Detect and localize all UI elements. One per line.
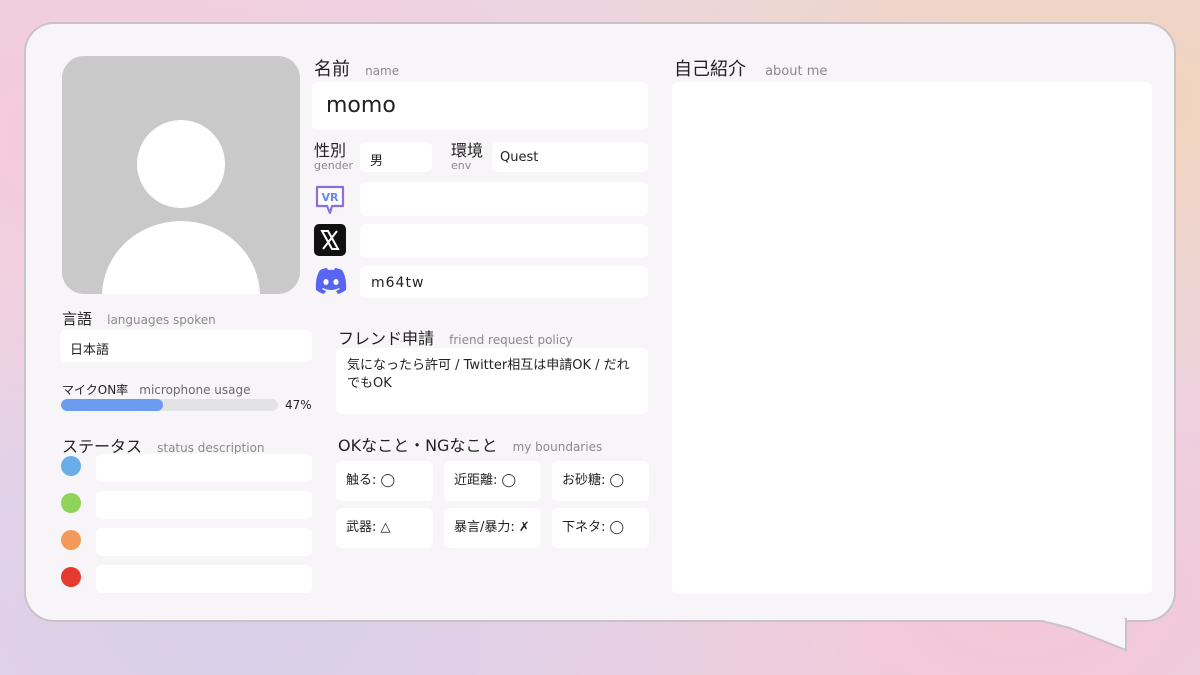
about-field[interactable]: [672, 82, 1152, 594]
speech-bubble-tail: [1030, 618, 1127, 652]
discord-icon: [315, 268, 347, 294]
status-label-en: status description: [157, 441, 265, 455]
languages-field[interactable]: 日本語: [60, 330, 312, 362]
mic-label-jp: マイクON率: [62, 383, 129, 397]
friend-heading: フレンド申請 friend request policy: [338, 325, 573, 349]
name-label-en: name: [365, 64, 400, 78]
boundary-weapons[interactable]: 武器: △: [336, 508, 433, 548]
vrchat-icon: VR: [315, 185, 345, 215]
env-heading: 環境 env: [451, 141, 484, 172]
x-logo-icon: [314, 224, 346, 256]
name-field[interactable]: momo: [312, 82, 648, 130]
boundaries-label-jp: OKなこと・NGなこと: [338, 436, 498, 455]
friend-value: 気になったら許可 / Twitter相互は申請OK / だれでもOK: [347, 358, 630, 391]
avatar[interactable]: [62, 56, 300, 294]
discord-value: m64tw: [371, 275, 425, 291]
status-field-2[interactable]: [96, 491, 312, 519]
mic-progress-fill: [61, 399, 163, 411]
boundary-osatou[interactable]: お砂糖: ◯: [552, 461, 649, 501]
friend-label-jp: フレンド申請: [338, 329, 435, 348]
env-field[interactable]: Quest: [492, 142, 648, 172]
status-field-3[interactable]: [96, 528, 312, 556]
languages-value: 日本語: [70, 343, 110, 358]
mic-heading: マイクON率 microphone usage: [62, 379, 251, 398]
gender-value: 男: [370, 154, 384, 169]
boundary-close-distance[interactable]: 近距離: ◯: [444, 461, 541, 501]
boundaries-heading: OKなこと・NGなこと my boundaries: [338, 432, 602, 456]
status-dot-1: [61, 456, 81, 476]
vrchat-field[interactable]: [360, 182, 648, 216]
status-field-1[interactable]: [96, 454, 312, 482]
env-value: Quest: [500, 150, 539, 165]
env-label-jp: 環境: [451, 141, 484, 160]
languages-label-en: languages spoken: [107, 313, 216, 327]
about-heading: 自己紹介 about me: [674, 55, 827, 81]
discord-field[interactable]: m64tw: [360, 266, 648, 298]
friend-label-en: friend request policy: [449, 333, 573, 347]
status-field-4[interactable]: [96, 565, 312, 593]
avatar-head-shape: [137, 120, 225, 208]
mic-progress-track: [61, 399, 278, 411]
boundary-abuse[interactable]: 暴言/暴力: ✗: [444, 508, 541, 548]
boundaries-label-en: my boundaries: [512, 440, 603, 454]
status-dot-3: [61, 530, 81, 550]
svg-text:VR: VR: [322, 191, 340, 204]
name-heading: 名前 name: [314, 55, 399, 81]
about-label-en: about me: [765, 64, 828, 79]
friend-field[interactable]: 気になったら許可 / Twitter相互は申請OK / だれでもOK: [336, 348, 648, 414]
name-value: momo: [326, 93, 396, 118]
status-dot-4: [61, 567, 81, 587]
languages-heading: 言語 languages spoken: [62, 308, 216, 329]
gender-field[interactable]: 男: [360, 142, 432, 172]
env-label-en: env: [451, 159, 472, 172]
gender-label-jp: 性別: [314, 141, 347, 160]
avatar-body-shape: [102, 221, 260, 294]
status-dot-2: [61, 493, 81, 513]
x-field[interactable]: [360, 224, 648, 258]
boundary-lewd-jokes[interactable]: 下ネタ: ◯: [552, 508, 649, 548]
mic-percent: 47%: [285, 398, 312, 412]
about-label-jp: 自己紹介: [674, 59, 746, 80]
boundary-touch[interactable]: 触る: ◯: [336, 461, 433, 501]
gender-label-en: gender: [314, 159, 353, 172]
languages-label-jp: 言語: [62, 310, 93, 328]
name-label-jp: 名前: [314, 59, 350, 80]
mic-label-en: microphone usage: [139, 383, 251, 397]
gender-heading: 性別 gender: [314, 141, 353, 172]
